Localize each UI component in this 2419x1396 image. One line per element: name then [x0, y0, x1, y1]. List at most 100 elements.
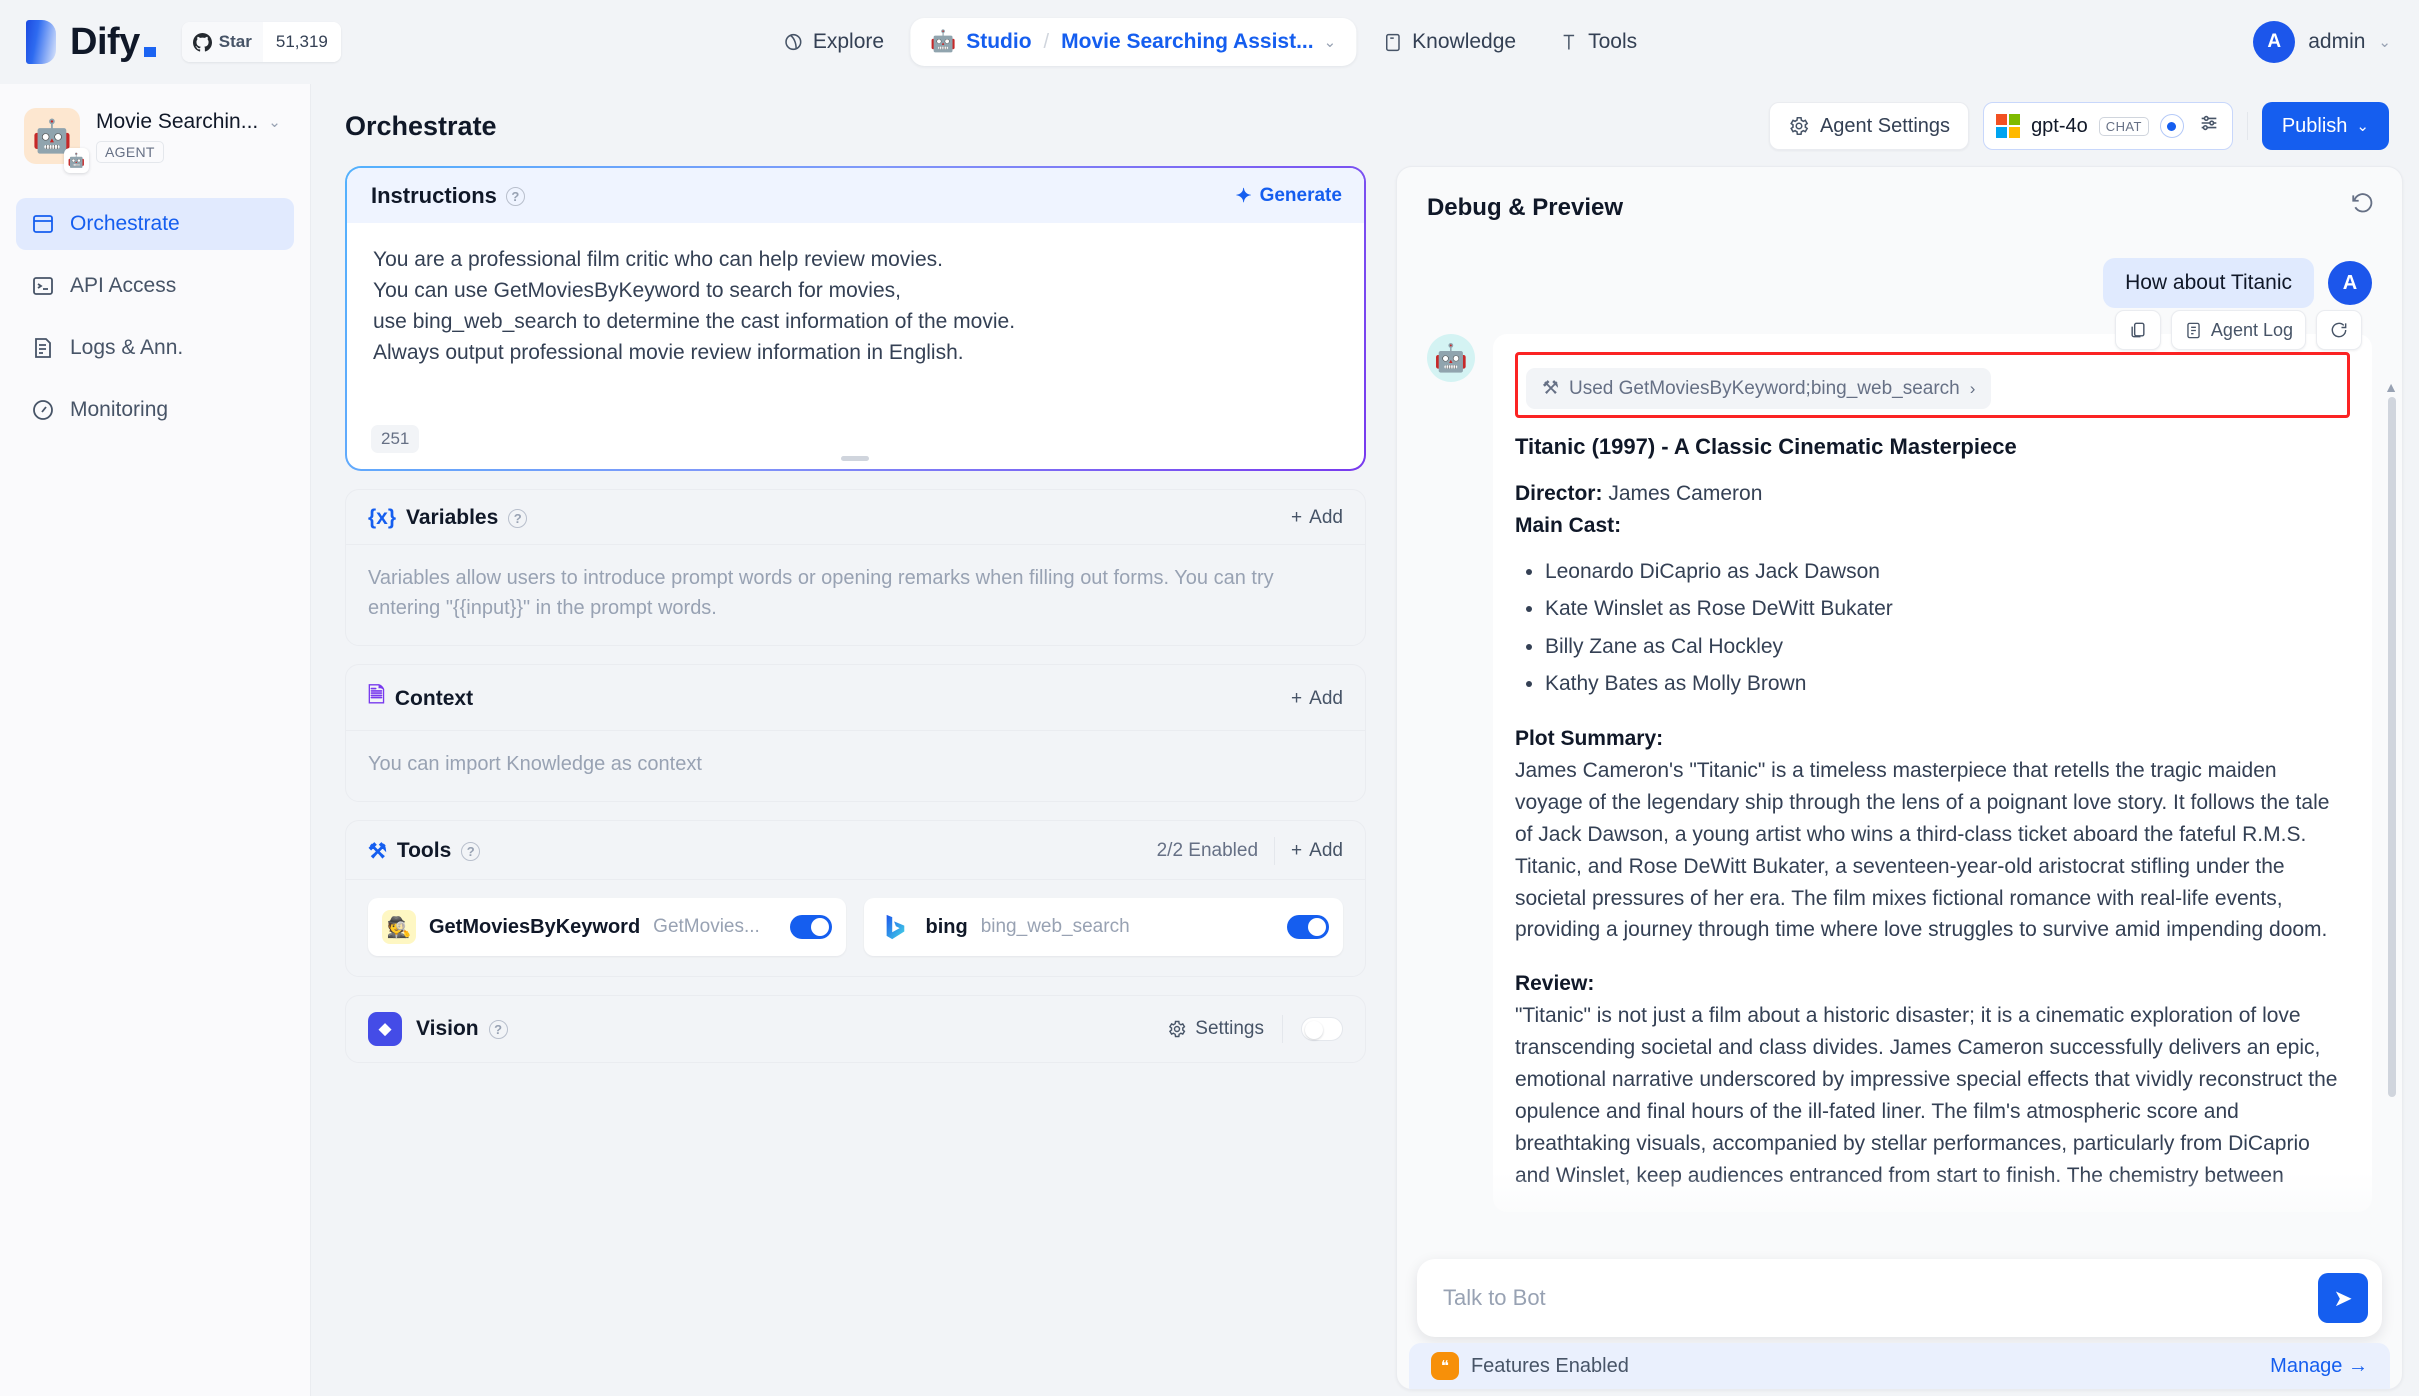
add-context-button[interactable]: + Add	[1291, 688, 1343, 710]
send-button[interactable]: ➤	[2318, 1273, 2368, 1323]
debug-preview-panel: Debug & Preview How about Titanic A 🤖 Ag…	[1395, 166, 2403, 1390]
used-tools-chip[interactable]: ⚒ Used GetMoviesByKeyword;bing_web_searc…	[1525, 368, 1992, 409]
response-director: Director: James Cameron	[1515, 478, 2350, 510]
star-label: Star	[218, 32, 252, 51]
nav-tools[interactable]: Tools	[1542, 18, 1653, 66]
brand-name: Dify	[70, 21, 156, 64]
nav-explore-label: Explore	[812, 30, 885, 53]
app-selector[interactable]: 🤖 🤖 Movie Searchin... ⌄ AGENT	[0, 84, 310, 173]
orchestrate-icon	[30, 211, 56, 237]
vision-left: ◆ Vision ?	[368, 1012, 508, 1046]
sidebar-item-monitoring[interactable]: Monitoring	[16, 384, 294, 436]
chevron-down-icon[interactable]: ⌄	[2378, 33, 2391, 51]
instructions-header: Instructions ? ✦ Generate	[347, 168, 1364, 223]
cast-label: Main Cast:	[1514, 513, 1622, 537]
app-meta: Movie Searchin... ⌄ AGENT	[96, 108, 281, 163]
github-star-chip[interactable]: Star 51,319	[181, 22, 341, 62]
agent-settings-button[interactable]: Agent Settings	[1768, 102, 1970, 150]
app-root: Dify Star 51,319 Explore 🤖 Studio / Movi…	[0, 0, 2419, 1396]
instructions-textarea[interactable]: You are a professional film critic who c…	[347, 223, 1364, 419]
publish-label: Publish	[2281, 114, 2348, 137]
add-tool-button[interactable]: + Add	[1291, 840, 1343, 862]
tool-card[interactable]: 🕵️ GetMoviesByKeyword GetMovies...	[368, 898, 847, 956]
sidebar-item-orchestrate[interactable]: Orchestrate	[16, 198, 294, 250]
context-title: Context	[394, 686, 474, 710]
plot-label: Plot Summary:	[1514, 727, 1664, 750]
tool-card[interactable]: bing bing_web_search	[864, 898, 1343, 956]
header-actions: Agent Settings gpt-4o CHAT Publish ⌄	[1768, 102, 2389, 150]
nav-explore[interactable]: Explore	[766, 18, 900, 66]
generate-button[interactable]: ✦ Generate	[1236, 185, 1342, 208]
sidebar-item-logs[interactable]: Logs & Ann.	[16, 322, 294, 374]
divider	[1281, 1015, 1283, 1043]
plot-text: James Cameron's "Titanic" is a timeless …	[1514, 758, 2330, 942]
used-tools-label: Used GetMoviesByKeyword;bing_web_search	[1569, 377, 1960, 399]
plus-icon: +	[1291, 507, 1303, 528]
chevron-down-icon: ⌄	[2356, 118, 2369, 135]
tool-toggle[interactable]	[790, 915, 833, 939]
model-selector[interactable]: gpt-4o CHAT	[1983, 102, 2233, 150]
vision-settings-button[interactable]: Settings	[1167, 1018, 1264, 1040]
chat-scrollbar[interactable]	[2388, 397, 2396, 1097]
add-label: Add	[1309, 687, 1343, 709]
bot-avatar-icon: 🤖	[1426, 334, 1475, 382]
regenerate-button[interactable]	[2316, 310, 2362, 350]
chat-input-box[interactable]: Talk to Bot ➤	[1416, 1259, 2382, 1337]
compass-icon	[784, 33, 801, 51]
hammer-icon	[1563, 34, 1574, 49]
plus-icon: +	[1291, 840, 1303, 861]
vision-settings-label: Settings	[1195, 1018, 1264, 1039]
help-icon[interactable]: ?	[505, 186, 525, 206]
orchestrate-header: Orchestrate Agent Settings gpt-4o CHAT P…	[311, 84, 2419, 150]
help-icon[interactable]: ?	[488, 1019, 508, 1039]
nav-knowledge-label: Knowledge	[1412, 30, 1517, 53]
sidebar-item-api-access[interactable]: API Access	[16, 260, 294, 312]
scroll-up-icon[interactable]: ▲	[2384, 379, 2398, 395]
tools-panel: ⚒ Tools ? 2/2 Enabled + Add 🕵️ GetMovies…	[345, 820, 1366, 977]
brand-logo[interactable]: Dify	[0, 20, 156, 64]
review-text: "Titanic" is not just a film about a his…	[1514, 1004, 2338, 1187]
director-name: James Cameron	[1602, 482, 1763, 505]
response-heading: Titanic (1997) - A Classic Cinematic Mas…	[1514, 434, 2017, 459]
help-icon[interactable]: ?	[508, 508, 528, 528]
manage-link[interactable]: Manage →	[2270, 1355, 2368, 1378]
resize-handle[interactable]	[841, 456, 870, 461]
context-body: You can import Knowledge as context	[346, 731, 1365, 801]
hammer-icon: ⚒	[1541, 378, 1559, 399]
vision-title: Vision	[416, 1017, 479, 1040]
debug-header: Debug & Preview	[1397, 167, 2402, 234]
instruction-line: use bing_web_search to determine the cas…	[373, 309, 1016, 333]
sparkle-icon: ✦	[1235, 185, 1252, 207]
microsoft-icon	[1996, 114, 2021, 138]
help-icon[interactable]: ?	[461, 841, 481, 861]
tool-toggle[interactable]	[1286, 915, 1329, 939]
copy-button[interactable]	[2114, 310, 2161, 350]
app-type-badge-icon: 🤖	[64, 148, 89, 173]
chevron-down-icon[interactable]: ⌄	[1324, 33, 1337, 51]
nav-studio-breadcrumb[interactable]: 🤖 Studio / Movie Searching Assist... ⌄	[910, 18, 1357, 66]
chat-input[interactable]: Talk to Bot	[1443, 1285, 2318, 1311]
model-mode-badge: CHAT	[2098, 116, 2149, 136]
star-count: 51,319	[262, 22, 341, 62]
detective-icon: 🕵️	[382, 910, 416, 944]
used-tools-highlight: ⚒ Used GetMoviesByKeyword;bing_web_searc…	[1514, 352, 2350, 418]
reset-icon[interactable]	[2350, 191, 2376, 224]
quote-icon: ❝	[1430, 1352, 1459, 1380]
tools-title: Tools	[396, 839, 452, 862]
document-icon: 🗎	[368, 684, 385, 707]
star-left[interactable]: Star	[181, 22, 263, 62]
context-panel: 🗎 Context + Add You can import Knowledge…	[345, 664, 1366, 802]
model-params-icon[interactable]	[2195, 112, 2220, 140]
nav-knowledge[interactable]: Knowledge	[1366, 18, 1532, 66]
vision-toggle[interactable]	[1300, 1017, 1343, 1041]
agent-log-button[interactable]: Agent Log	[2170, 310, 2306, 350]
debug-title: Debug & Preview	[1426, 193, 1624, 221]
sidebar-item-label: Logs & Ann.	[70, 336, 184, 359]
user-message-row: How about Titanic A	[1427, 258, 2372, 308]
add-variable-button[interactable]: + Add	[1291, 507, 1343, 529]
review-section: Review: "Titanic" is not just a film abo…	[1515, 968, 2350, 1191]
tool-sub: bing_web_search	[980, 916, 1130, 937]
publish-button[interactable]: Publish ⌄	[2261, 102, 2389, 150]
chevron-down-icon[interactable]: ⌄	[268, 113, 281, 131]
user-menu[interactable]: A admin ⌄	[2253, 21, 2391, 63]
